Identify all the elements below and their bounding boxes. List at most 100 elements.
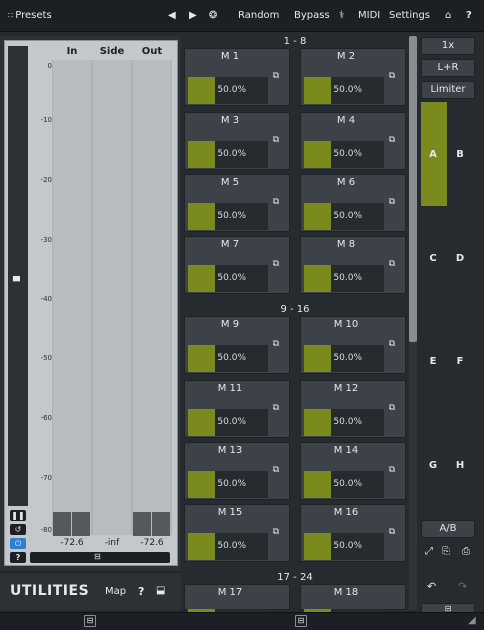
modulator-menu-icon[interactable]: ⧉ bbox=[273, 135, 279, 145]
reset-button[interactable]: ↺ bbox=[10, 524, 26, 535]
copy-icon[interactable]: ⎘ bbox=[442, 546, 450, 557]
modulator-slider[interactable]: 50.0% bbox=[304, 471, 384, 498]
modulator-slider[interactable]: 50.0% bbox=[188, 533, 268, 560]
modulator-menu-icon[interactable]: ⧉ bbox=[273, 339, 279, 349]
slot-label[interactable]: F bbox=[453, 356, 467, 367]
modulator-block[interactable]: M 7 ⧉ 50.0% bbox=[184, 236, 290, 294]
modulator-slider[interactable]: 50.0% bbox=[304, 141, 384, 168]
modulator-slider[interactable]: 50.0% bbox=[188, 141, 268, 168]
meter-column-side bbox=[92, 60, 132, 535]
help-button[interactable]: ? bbox=[466, 9, 472, 23]
modulator-slider[interactable]: 50.0% bbox=[304, 409, 384, 436]
modulator-slider[interactable]: 50.0% bbox=[188, 77, 268, 104]
presets-button[interactable]: ∷ Presets bbox=[8, 9, 52, 23]
modulator-slider[interactable]: 50.0% bbox=[188, 265, 268, 292]
modulator-menu-icon[interactable]: ⧉ bbox=[389, 465, 395, 475]
collapse-center-button[interactable]: ⊟ bbox=[295, 615, 307, 627]
meter-view-icon[interactable]: ▄ bbox=[13, 272, 20, 282]
settings-button[interactable]: Settings bbox=[389, 9, 430, 23]
modulator-block[interactable]: M 11 ⧉ 50.0% bbox=[184, 380, 290, 438]
meter-help-button[interactable]: ? bbox=[10, 552, 26, 563]
modulator-block[interactable]: M 6 ⧉ 50.0% bbox=[300, 174, 406, 232]
modulator-menu-icon[interactable]: ⧉ bbox=[389, 135, 395, 145]
expand-icon[interactable]: ⤢ bbox=[425, 546, 433, 557]
limiter-button[interactable]: Limiter bbox=[421, 81, 475, 99]
modulator-menu-icon[interactable]: ⧉ bbox=[273, 259, 279, 269]
modulator-menu-icon[interactable]: ⧉ bbox=[273, 527, 279, 537]
slot-label[interactable]: H bbox=[453, 460, 467, 471]
modulator-menu-icon[interactable]: ⧉ bbox=[389, 71, 395, 81]
slot-label[interactable]: A bbox=[426, 149, 440, 160]
bypass-button[interactable]: Bypass bbox=[294, 9, 330, 23]
sync-icon[interactable]: ⚕ bbox=[339, 9, 344, 23]
midi-button[interactable]: MIDI bbox=[358, 9, 380, 23]
modulator-block[interactable]: M 12 ⧉ 50.0% bbox=[300, 380, 406, 438]
modulator-slider[interactable]: 50.0% bbox=[304, 77, 384, 104]
modulator-label: M 4 bbox=[336, 115, 356, 126]
modulator-slider[interactable]: 50.0% bbox=[188, 203, 268, 230]
slot-label[interactable]: G bbox=[426, 460, 440, 471]
resize-grip-icon[interactable]: ◢ bbox=[468, 615, 476, 626]
modulator-menu-icon[interactable]: ⧉ bbox=[273, 465, 279, 475]
modulator-block[interactable]: M 1 ⧉ 50.0% bbox=[184, 48, 290, 106]
meter-scale-label: -50 bbox=[40, 354, 52, 362]
meter-bar-in-right bbox=[72, 512, 90, 536]
modulator-menu-icon[interactable]: ⧉ bbox=[273, 71, 279, 81]
modulator-menu-icon[interactable]: ⧉ bbox=[273, 403, 279, 413]
modulator-block[interactable]: M 13 ⧉ 50.0% bbox=[184, 442, 290, 500]
modulator-block[interactable]: M 5 ⧉ 50.0% bbox=[184, 174, 290, 232]
modulator-slider[interactable]: 50.0% bbox=[304, 203, 384, 230]
modulator-block[interactable]: M 4 ⧉ 50.0% bbox=[300, 112, 406, 170]
slot-label[interactable]: E bbox=[426, 356, 440, 367]
slot-label[interactable]: C bbox=[426, 253, 440, 264]
modulator-value: 50.0% bbox=[217, 273, 246, 283]
paste-icon[interactable]: ⎙ bbox=[462, 546, 470, 557]
modulator-menu-icon[interactable]: ⧉ bbox=[389, 527, 395, 537]
modulator-block[interactable]: M 10 ⧉ 50.0% bbox=[300, 316, 406, 374]
redo-icon[interactable]: ↷ bbox=[458, 580, 467, 593]
meter-side-strip[interactable]: ▄ bbox=[8, 46, 28, 506]
previous-preset-icon[interactable]: ◀ bbox=[168, 9, 176, 23]
channel-mode-button[interactable]: L+R bbox=[421, 59, 475, 77]
pause-button[interactable]: ❚❚ bbox=[10, 510, 26, 521]
scrollbar-thumb[interactable] bbox=[409, 36, 417, 342]
slot-label[interactable]: D bbox=[453, 253, 467, 264]
meter-bar-out-right bbox=[152, 512, 170, 536]
modulator-block[interactable]: M 9 ⧉ 50.0% bbox=[184, 316, 290, 374]
modulator-block[interactable]: M 14 ⧉ 50.0% bbox=[300, 442, 406, 500]
modulator-menu-icon[interactable]: ⧉ bbox=[389, 339, 395, 349]
modulator-slider[interactable]: 50.0% bbox=[188, 409, 268, 436]
random-button[interactable]: Random bbox=[238, 9, 279, 23]
modulator-label: M 1 bbox=[220, 51, 240, 62]
home-icon[interactable]: ⌂ bbox=[445, 9, 451, 23]
modulator-slider[interactable]: 50.0% bbox=[188, 471, 268, 498]
modulator-menu-icon[interactable]: ⧉ bbox=[273, 197, 279, 207]
modulator-block[interactable]: M 2 ⧉ 50.0% bbox=[300, 48, 406, 106]
utilities-help-button[interactable]: ? bbox=[138, 585, 144, 598]
map-button[interactable]: Map bbox=[105, 586, 126, 597]
next-preset-icon[interactable]: ▶ bbox=[189, 9, 197, 23]
modulator-block[interactable]: M 17 bbox=[184, 584, 290, 613]
modulator-slider[interactable]: 50.0% bbox=[304, 265, 384, 292]
modulator-menu-icon[interactable]: ⧉ bbox=[389, 259, 395, 269]
slot-label[interactable]: B bbox=[453, 149, 467, 160]
modulator-block[interactable]: M 15 ⧉ 50.0% bbox=[184, 504, 290, 562]
modulator-block[interactable]: M 18 bbox=[300, 584, 406, 613]
ab-button[interactable]: A/B bbox=[421, 520, 475, 538]
utilities-menu-icon[interactable]: ⬓ bbox=[156, 585, 165, 596]
modulator-menu-icon[interactable]: ⧉ bbox=[389, 197, 395, 207]
meter-collapse-button[interactable]: ⊟ bbox=[30, 552, 170, 563]
modulator-label: M 10 bbox=[333, 319, 359, 330]
modulator-block[interactable]: M 16 ⧉ 50.0% bbox=[300, 504, 406, 562]
modulator-slider[interactable]: 50.0% bbox=[188, 345, 268, 372]
random-icon[interactable]: ❂ bbox=[209, 9, 217, 23]
collapse-left-button[interactable]: ⊟ bbox=[84, 615, 96, 627]
modulator-menu-icon[interactable]: ⧉ bbox=[389, 403, 395, 413]
modulator-block[interactable]: M 8 ⧉ 50.0% bbox=[300, 236, 406, 294]
power-button[interactable]: ⏻ bbox=[10, 538, 26, 549]
modulator-slider[interactable]: 50.0% bbox=[304, 533, 384, 560]
modulator-slider[interactable]: 50.0% bbox=[304, 345, 384, 372]
zoom-button[interactable]: 1x bbox=[421, 37, 475, 55]
undo-icon[interactable]: ↶ bbox=[427, 580, 436, 593]
modulator-block[interactable]: M 3 ⧉ 50.0% bbox=[184, 112, 290, 170]
